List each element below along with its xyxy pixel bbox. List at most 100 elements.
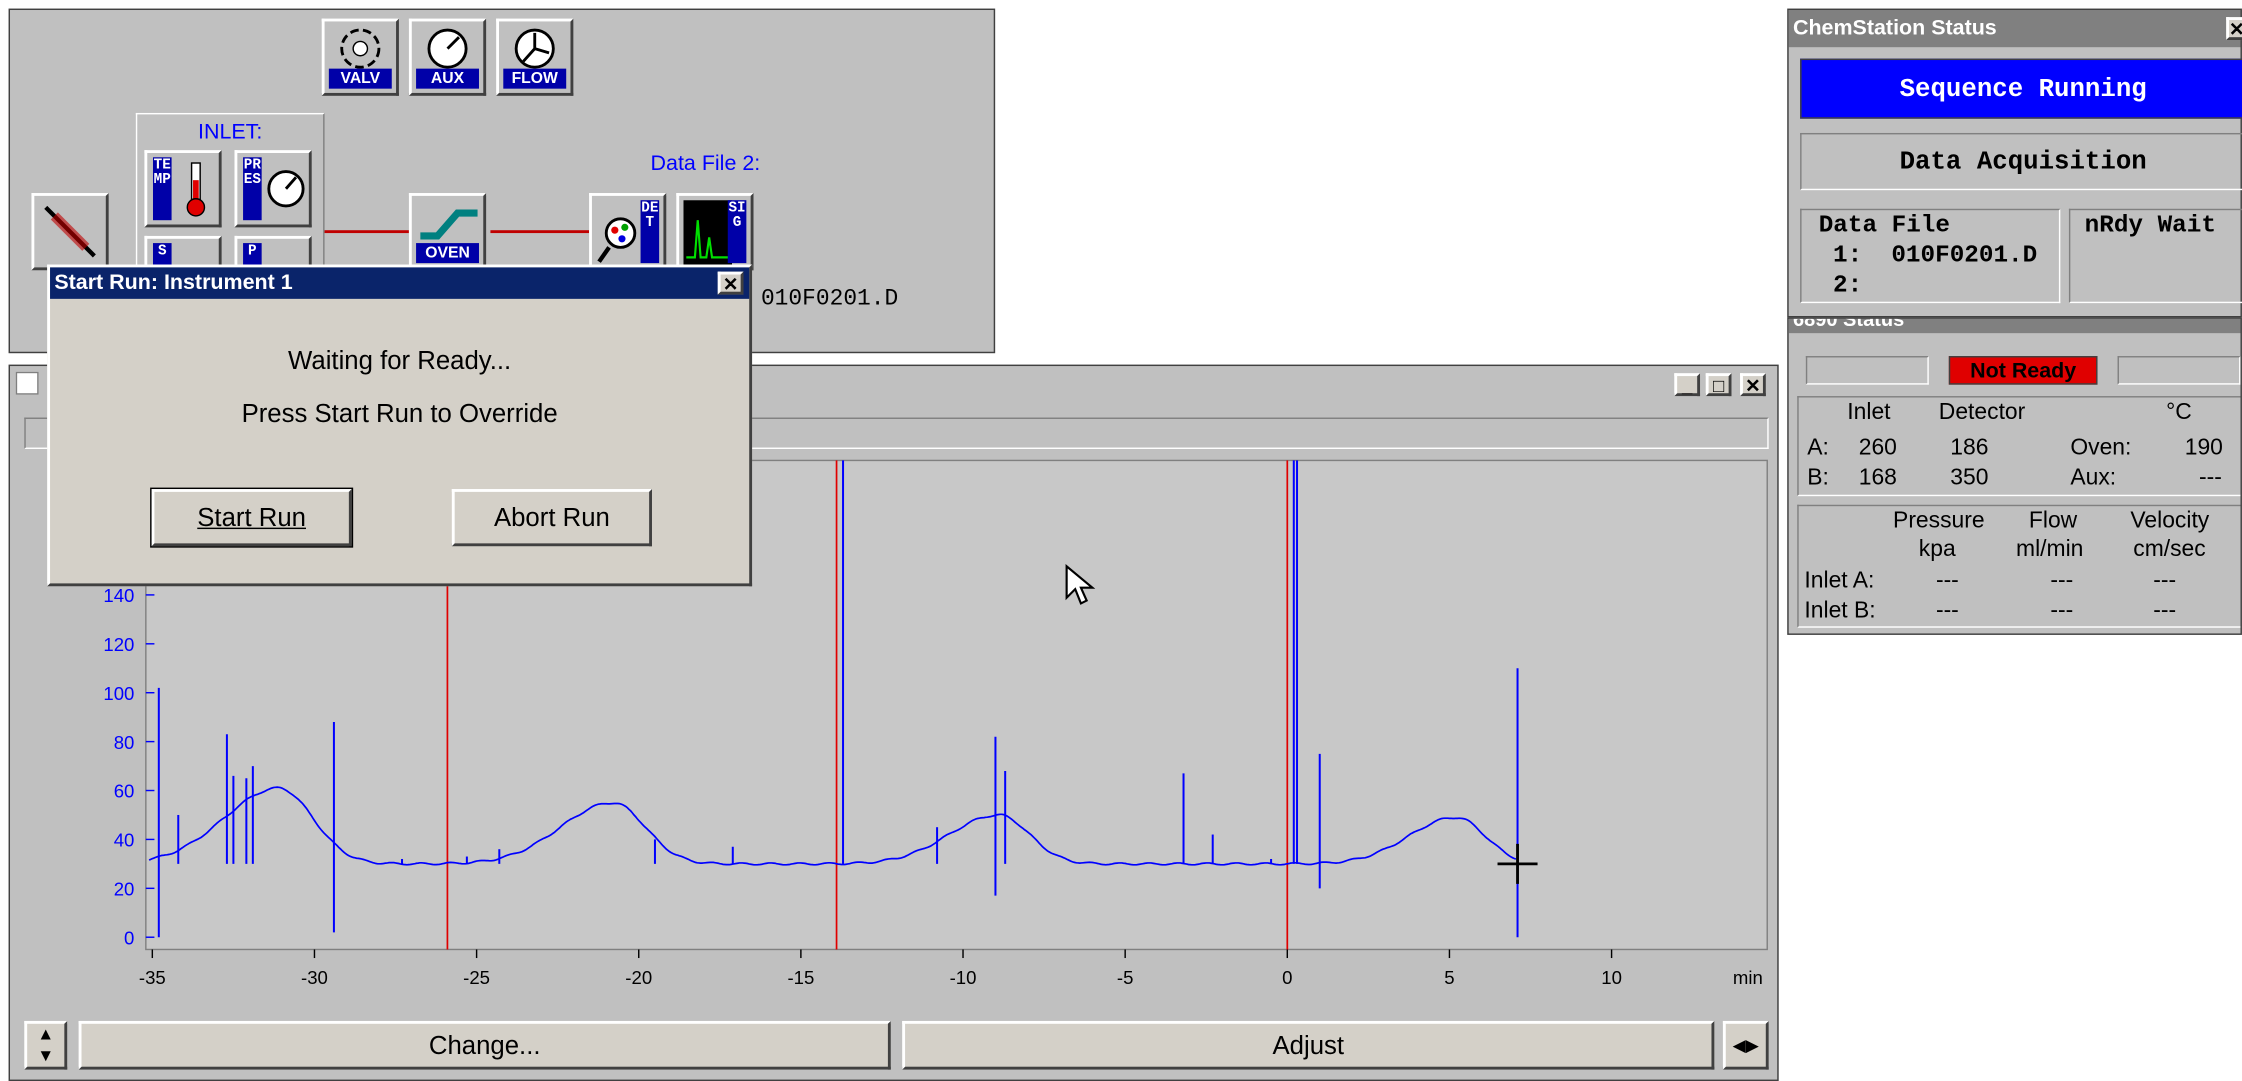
pan-arrows[interactable]: ◀▶ xyxy=(1722,1020,1769,1070)
detector-header: Detector xyxy=(1938,400,2026,425)
inlet-b-pressure: --- xyxy=(1935,599,1959,624)
inlet-header: Inlet xyxy=(1847,400,1891,425)
data-file-box: Data File 1: 010F0201.D 2: xyxy=(1800,208,2061,304)
injector-button[interactable] xyxy=(31,193,109,271)
x-tick-label: -35 xyxy=(139,967,166,988)
inlet-b-label: Inlet B: xyxy=(1804,599,1876,624)
inlet-a-velocity: --- xyxy=(2153,569,2177,594)
signal-icon xyxy=(683,200,733,266)
x-tick-label: -25 xyxy=(463,967,490,988)
signal-button[interactable]: SIG xyxy=(676,193,754,271)
x-tick-label: 0 xyxy=(1282,967,1292,988)
dialog-message-waiting: Waiting for Ready... xyxy=(288,346,512,375)
x-tick-label: -10 xyxy=(950,967,977,988)
y-tick-label: 60 xyxy=(114,781,135,802)
fan-icon xyxy=(514,28,555,69)
gc-status-title: 6890 Status xyxy=(1792,317,1905,331)
aux-button[interactable]: AUX xyxy=(408,18,487,96)
chemstation-status-window: ChemStation Status ✕ Sequence Running Da… xyxy=(1787,8,2242,318)
abort-run-button[interactable]: Abort Run xyxy=(451,489,652,547)
data-file-label: Data File xyxy=(1818,213,1951,241)
not-ready-badge: Not Ready xyxy=(1948,356,2098,385)
dialog-title: Start Run: Instrument 1 xyxy=(54,270,293,295)
inlet-b-flow: --- xyxy=(2050,599,2074,624)
inlet-a-label: Inlet A: xyxy=(1804,569,1875,594)
flow-line-right xyxy=(490,230,591,234)
gauge-icon xyxy=(427,28,468,69)
pressure-header: Pressure xyxy=(1893,509,1985,534)
sequence-running-banner: Sequence Running xyxy=(1800,58,2242,119)
mouse-pointer-icon xyxy=(1065,563,1096,605)
pressure-gauge-icon xyxy=(267,170,305,208)
start-run-button[interactable]: Start Run xyxy=(150,487,354,548)
inlet-b-temp: 168 xyxy=(1858,466,1897,491)
status-indicator-left xyxy=(1805,356,1929,385)
change-button[interactable]: Change... xyxy=(78,1020,891,1070)
detector-button-label: DET xyxy=(640,200,660,264)
detector-button[interactable]: DET xyxy=(589,193,667,271)
detector-icon xyxy=(597,217,637,263)
y-tick-label: 0 xyxy=(124,927,134,948)
valve-icon xyxy=(340,28,381,69)
dialog-close-button[interactable]: ✕ xyxy=(717,271,744,295)
inlet-b-velocity: --- xyxy=(2153,599,2177,624)
temp-button[interactable]: TEMP xyxy=(144,150,222,228)
y-tick-label: 100 xyxy=(103,683,134,704)
oven-button[interactable]: OVEN xyxy=(408,193,487,271)
detector-a-temp: 186 xyxy=(1950,436,1989,461)
pressure-b-button-label: P xyxy=(243,243,262,266)
oven-ramp-icon xyxy=(420,209,478,240)
oven-temp: 190 xyxy=(2184,436,2223,461)
x-tick-label: -15 xyxy=(787,967,814,988)
thermometer-icon xyxy=(186,162,206,217)
inlet-label: INLET: xyxy=(198,120,263,145)
signal-button-label: SIG xyxy=(727,200,747,264)
y-tick-label: 140 xyxy=(103,585,134,606)
inlet-a-pressure: --- xyxy=(1935,569,1959,594)
inlet-a-flow: --- xyxy=(2050,569,2074,594)
flow-button-label: FLOW xyxy=(503,68,567,89)
scroll-spinner[interactable]: ▲ ▼ xyxy=(24,1020,68,1070)
gc-status-window: 6890 Status Not Ready Inlet Detector °C … xyxy=(1787,317,2242,635)
status-title-bar: ChemStation Status xyxy=(1788,10,2241,48)
data-file-2: 2: xyxy=(1833,273,1863,301)
start-run-dialog: Start Run: Instrument 1 ✕ Waiting for Re… xyxy=(47,264,753,587)
valve-button[interactable]: VALV xyxy=(321,18,399,96)
syringe-icon xyxy=(44,205,96,258)
pressure-button-label: PRES xyxy=(243,157,262,221)
detector-b-temp: 350 xyxy=(1950,466,1989,491)
y-tick-label: 40 xyxy=(114,830,135,851)
x-tick-label: 10 xyxy=(1601,967,1622,988)
flow-box: Pressure kpa Flow ml/min Velocity cm/sec… xyxy=(1797,504,2241,628)
x-tick-label: -5 xyxy=(1117,967,1134,988)
x-tick-label: 5 xyxy=(1444,967,1454,988)
velocity-unit: cm/sec xyxy=(2133,537,2206,562)
status-title: ChemStation Status xyxy=(1792,15,1997,41)
dialog-title-bar: Start Run: Instrument 1 xyxy=(50,267,750,299)
row-a-label: A: xyxy=(1807,436,1829,461)
data-acquisition-status: Data Acquisition xyxy=(1800,132,2242,191)
pressure-unit: kpa xyxy=(1918,537,1956,562)
y-tick-label: 120 xyxy=(103,634,134,655)
temperature-box: Inlet Detector °C A: 260 186 Oven: 190 B… xyxy=(1797,396,2241,497)
flow-line-left xyxy=(324,230,411,234)
flow-button[interactable]: FLOW xyxy=(496,18,574,96)
data-file-1: 1: 010F0201.D xyxy=(1833,243,2038,271)
septum-button-label: S xyxy=(152,243,172,266)
dialog-message-override: Press Start Run to Override xyxy=(241,398,558,428)
inlet-a-temp: 260 xyxy=(1858,436,1897,461)
aux-temp: --- xyxy=(2199,466,2222,491)
aux-button-label: AUX xyxy=(416,68,479,89)
y-tick-label: 80 xyxy=(114,732,135,753)
nrdy-box: nRdy Wait xyxy=(2068,208,2242,304)
x-tick-label: -30 xyxy=(301,967,328,988)
celsius-header: °C xyxy=(2166,400,2192,425)
flow-unit: ml/min xyxy=(2016,537,2084,562)
data-file-1-value: : 010F0201.D xyxy=(733,285,899,312)
data-file-2-label: Data File 2: xyxy=(650,151,761,176)
aux-label: Aux: xyxy=(2070,466,2117,491)
pressure-button[interactable]: PRES xyxy=(234,150,312,228)
status-close-button[interactable]: ✕ xyxy=(2226,17,2242,41)
adjust-button[interactable]: Adjust xyxy=(902,1020,1715,1070)
velocity-header: Velocity xyxy=(2130,509,2210,534)
